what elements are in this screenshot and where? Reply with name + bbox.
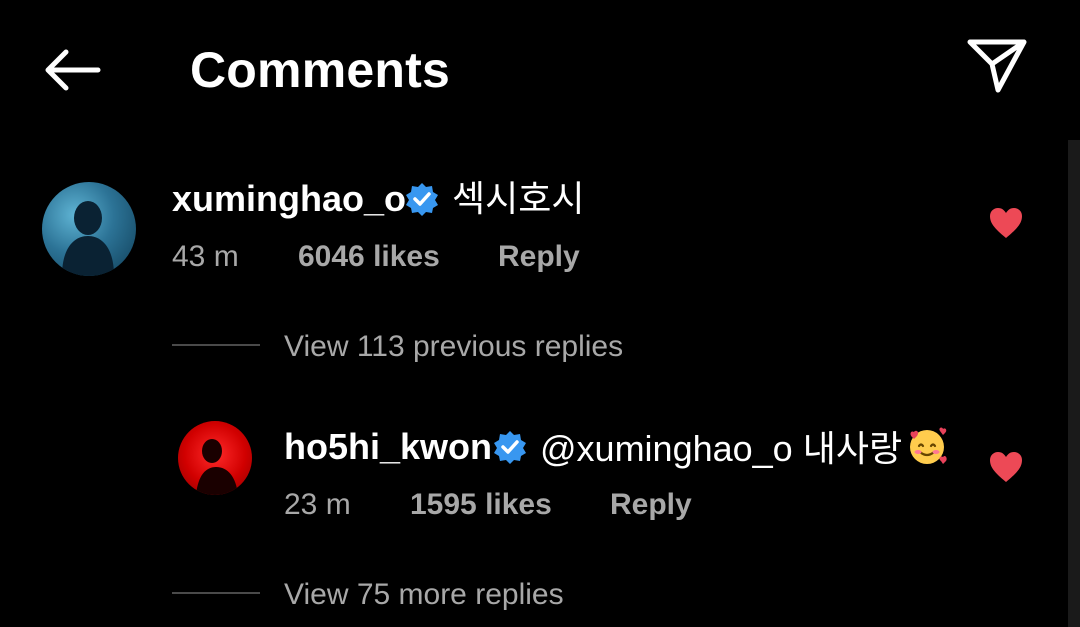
reply-time: 23 m <box>284 488 351 521</box>
avatar-silhouette-icon <box>196 439 238 495</box>
avatar[interactable] <box>42 182 136 276</box>
avatar-silhouette-icon <box>62 201 114 276</box>
reply-text: @xuminghao_o 내사랑 <box>540 428 903 469</box>
paper-plane-icon <box>967 39 1027 93</box>
reply-button[interactable]: Reply <box>610 487 692 523</box>
heart-icon[interactable] <box>988 450 1024 484</box>
reply-username[interactable]: ho5hi_kwon <box>284 425 492 469</box>
comment-username[interactable]: xuminghao_o <box>172 177 406 221</box>
verified-badge-icon <box>406 183 438 216</box>
view-previous-replies-link[interactable]: View 113 previous replies <box>284 329 623 365</box>
back-button[interactable] <box>36 38 108 102</box>
page-title: Comments <box>190 42 450 98</box>
replies-divider <box>172 592 260 594</box>
reply-button[interactable]: Reply <box>498 239 580 275</box>
reply-likes[interactable]: 1595 likes <box>410 487 552 523</box>
verified-badge-icon <box>494 431 526 464</box>
arrow-left-icon <box>45 49 101 91</box>
comment-likes[interactable]: 6046 likes <box>298 239 440 275</box>
smiling-face-with-hearts-icon <box>910 427 947 464</box>
comment-time: 43 m <box>172 240 239 273</box>
send-button[interactable] <box>962 34 1032 98</box>
scrollbar[interactable] <box>1068 140 1080 627</box>
view-more-replies-link[interactable]: View 75 more replies <box>284 577 564 613</box>
heart-icon[interactable] <box>988 206 1024 240</box>
avatar[interactable] <box>178 421 252 495</box>
comment-text: 섹시호시 <box>452 178 585 219</box>
reply-text-row: @xuminghao_o 내사랑 <box>540 425 948 471</box>
replies-divider <box>172 344 260 346</box>
